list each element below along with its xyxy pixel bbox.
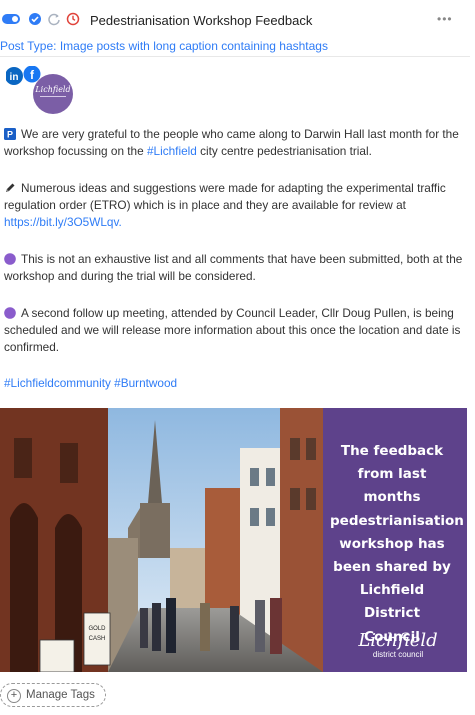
- post-paragraph-3: This is not an exhaustive list and all c…: [4, 252, 463, 283]
- parking-icon: P: [4, 128, 16, 140]
- council-logo: Lichfield district council: [358, 630, 438, 660]
- review-link[interactable]: https://bit.ly/3O5WLqv.: [4, 215, 122, 229]
- post-hashtags[interactable]: #Lichfieldcommunity #Burntwood: [4, 376, 177, 390]
- post-header: Pedestrianisation Workshop Feedback •••: [0, 8, 475, 34]
- svg-text:in: in: [10, 72, 19, 83]
- post-type-link[interactable]: Post Type: Image posts with long caption…: [0, 39, 328, 53]
- avatar-logo-text: Lichfield: [34, 85, 70, 94]
- purple-circle-icon: [4, 253, 16, 265]
- lichfield-hashtag-link[interactable]: #Lichfield: [147, 144, 197, 158]
- svg-text:CASH: CASH: [89, 636, 106, 642]
- more-options-icon[interactable]: •••: [437, 12, 453, 26]
- image-overlay-text: The feedback from last months pedestrian…: [330, 443, 464, 645]
- plus-icon: +: [7, 689, 21, 703]
- post-paragraph-4: A second follow up meeting, attended by …: [4, 306, 461, 354]
- svg-text:GOLD: GOLD: [88, 626, 106, 632]
- post-paragraph-2: Numerous ideas and suggestions were made…: [4, 181, 446, 229]
- divider: [0, 56, 470, 57]
- post-title: Pedestrianisation Workshop Feedback: [90, 13, 313, 28]
- check-circle-icon[interactable]: [28, 12, 42, 26]
- post-card: Pedestrianisation Workshop Feedback ••• …: [0, 0, 475, 715]
- account-avatar[interactable]: Lichfield in f: [6, 66, 74, 114]
- post-paragraph-1: P We are very grateful to the people who …: [4, 127, 459, 158]
- manage-tags-label: Manage Tags: [26, 689, 95, 701]
- svg-text:P: P: [7, 130, 13, 140]
- clock-icon[interactable]: [66, 12, 80, 26]
- refresh-icon[interactable]: [47, 12, 61, 26]
- post-toggle[interactable]: [2, 14, 20, 24]
- pencil-icon: [6, 183, 15, 192]
- purple-circle-icon: [4, 307, 16, 319]
- manage-tags-button[interactable]: + Manage Tags: [0, 683, 106, 707]
